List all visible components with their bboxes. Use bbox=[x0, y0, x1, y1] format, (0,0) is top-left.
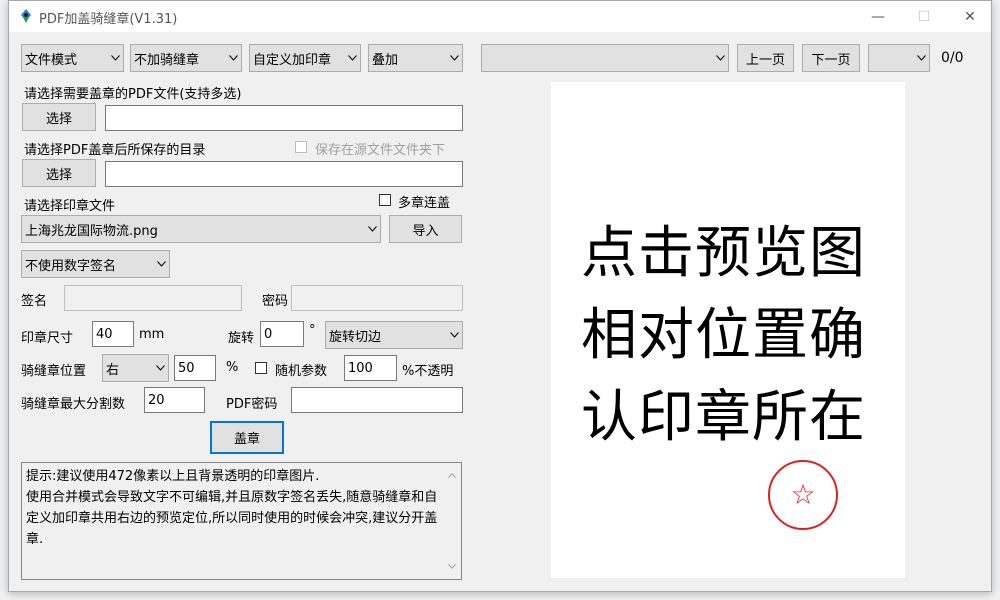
page-counter: 0/0 bbox=[941, 50, 964, 66]
sign-label: 签名 bbox=[21, 294, 48, 309]
password-field[interactable] bbox=[291, 285, 463, 311]
pdf-password-field[interactable] bbox=[291, 387, 463, 413]
stamp-preview: ☆ bbox=[768, 460, 838, 530]
chevron-down-icon bbox=[225, 45, 241, 71]
seam-max-label: 骑缝章最大分割数 bbox=[21, 397, 126, 412]
prev-page-button[interactable]: 上一页 bbox=[737, 44, 794, 72]
save-dir-path-field[interactable] bbox=[105, 161, 463, 187]
next-page-button[interactable]: 下一页 bbox=[802, 44, 860, 72]
app-logo-icon bbox=[18, 8, 34, 24]
maximize-icon: ☐ bbox=[917, 8, 931, 25]
sign-field[interactable] bbox=[64, 285, 242, 311]
chevron-down-icon bbox=[152, 355, 168, 381]
password-label: 密码 bbox=[262, 294, 289, 309]
title-bar: PDF加盖骑缝章(V1.31) — ☐ ✕ bbox=[9, 1, 991, 32]
file-select[interactable] bbox=[481, 44, 729, 72]
hint-text: 提示:建议使用472像素以上且背景透明的印章图片. 使用合并模式会导致文字不可编… bbox=[26, 469, 438, 547]
chevron-down-icon bbox=[446, 322, 462, 348]
select-save-dir-button[interactable]: 选择 bbox=[22, 159, 96, 187]
stamp-file-select-value: 上海兆龙国际物流.png bbox=[25, 223, 158, 239]
app-window: PDF加盖骑缝章(V1.31) — ☐ ✕ 文件模式 不加骑缝章 自定义加印章 … bbox=[8, 0, 992, 592]
chevron-down-icon bbox=[913, 45, 929, 71]
hint-scrollbar[interactable] bbox=[444, 463, 461, 579]
overlay-select-value: 叠加 bbox=[372, 52, 399, 68]
minimize-icon: — bbox=[871, 8, 885, 25]
preview-area[interactable]: 点击预览图 相对位置确 认印章所在 ☆ bbox=[551, 82, 905, 578]
seam-side-select[interactable]: 右 bbox=[102, 354, 169, 382]
star-icon: ☆ bbox=[790, 478, 816, 511]
custom-stamp-select[interactable]: 自定义加印章 bbox=[249, 44, 361, 72]
maximize-button[interactable]: ☐ bbox=[901, 1, 947, 32]
seam-side-select-value: 右 bbox=[106, 362, 120, 378]
opacity-input[interactable]: 100 bbox=[344, 355, 397, 381]
stamp-file-label: 请选择印章文件 bbox=[24, 199, 116, 214]
digital-signature-select-value: 不使用数字签名 bbox=[25, 258, 117, 274]
overlay-select[interactable]: 叠加 bbox=[368, 44, 463, 72]
stamp-size-label: 印章尺寸 bbox=[21, 331, 74, 346]
degree-symbol: ° bbox=[309, 323, 316, 338]
seam-percent-symbol: % bbox=[226, 360, 239, 375]
chevron-down-icon bbox=[153, 251, 169, 277]
select-pdf-button[interactable]: 选择 bbox=[22, 103, 96, 131]
mode-select[interactable]: 文件模式 bbox=[21, 44, 124, 72]
random-params-label: 随机参数 bbox=[275, 364, 328, 379]
preview-line-1: 点击预览图 bbox=[581, 221, 866, 286]
seam-mode-select[interactable]: 不加骑缝章 bbox=[130, 44, 242, 72]
random-params-checkbox[interactable] bbox=[255, 362, 267, 374]
import-button[interactable]: 导入 bbox=[389, 215, 462, 243]
chevron-down-icon bbox=[344, 45, 360, 71]
opacity-label: %不透明 bbox=[402, 364, 454, 379]
preview-line-3: 认印章所在 bbox=[581, 385, 866, 450]
hint-textarea[interactable]: 提示:建议使用472像素以上且背景透明的印章图片. 使用合并模式会导致文字不可编… bbox=[21, 462, 462, 580]
save-in-source-checkbox[interactable] bbox=[295, 141, 307, 153]
close-icon: ✕ bbox=[964, 8, 976, 25]
stamp-file-select[interactable]: 上海兆龙国际物流.png bbox=[21, 215, 381, 243]
desktop-background bbox=[0, 592, 1000, 600]
multi-overlap-checkbox[interactable] bbox=[379, 194, 391, 206]
scroll-down-icon[interactable] bbox=[448, 558, 456, 573]
minimize-button[interactable]: — bbox=[855, 1, 901, 32]
rotate-mode-select[interactable]: 旋转切边 bbox=[325, 321, 463, 349]
preview-line-2: 相对位置确 bbox=[581, 303, 866, 368]
chevron-down-icon bbox=[712, 45, 728, 71]
pdf-password-label: PDF密码 bbox=[226, 397, 278, 412]
seam-mode-select-value: 不加骑缝章 bbox=[134, 52, 200, 68]
close-button[interactable]: ✕ bbox=[947, 1, 993, 32]
seam-max-input[interactable]: 20 bbox=[144, 387, 205, 413]
stamp-size-input[interactable]: 40 bbox=[92, 321, 134, 347]
multi-overlap-label: 多章连盖 bbox=[398, 196, 451, 211]
seam-position-label: 骑缝章位置 bbox=[21, 364, 87, 379]
pdf-select-label: 请选择需要盖章的PDF文件(支持多选) bbox=[24, 87, 242, 102]
rotate-label: 旋转 bbox=[228, 331, 255, 346]
custom-stamp-select-value: 自定义加印章 bbox=[253, 52, 332, 68]
seam-percent-input[interactable]: 50 bbox=[174, 355, 216, 381]
rotate-input[interactable]: 0 bbox=[260, 321, 304, 347]
save-dir-label: 请选择PDF盖章后所保存的目录 bbox=[24, 143, 206, 158]
chevron-down-icon bbox=[446, 45, 462, 71]
mode-select-value: 文件模式 bbox=[25, 52, 78, 68]
page-select[interactable] bbox=[868, 44, 930, 72]
stamp-size-unit: mm bbox=[139, 327, 165, 342]
chevron-down-icon bbox=[107, 45, 123, 71]
scroll-up-icon[interactable] bbox=[448, 467, 456, 482]
rotate-mode-select-value: 旋转切边 bbox=[329, 329, 382, 345]
digital-signature-select[interactable]: 不使用数字签名 bbox=[21, 250, 170, 278]
window-title: PDF加盖骑缝章(V1.31) bbox=[39, 12, 178, 27]
pdf-path-field[interactable] bbox=[105, 105, 463, 131]
save-in-source-label: 保存在源文件文件夹下 bbox=[315, 143, 446, 158]
chevron-down-icon bbox=[364, 216, 380, 242]
stamp-button[interactable]: 盖章 bbox=[210, 421, 284, 454]
